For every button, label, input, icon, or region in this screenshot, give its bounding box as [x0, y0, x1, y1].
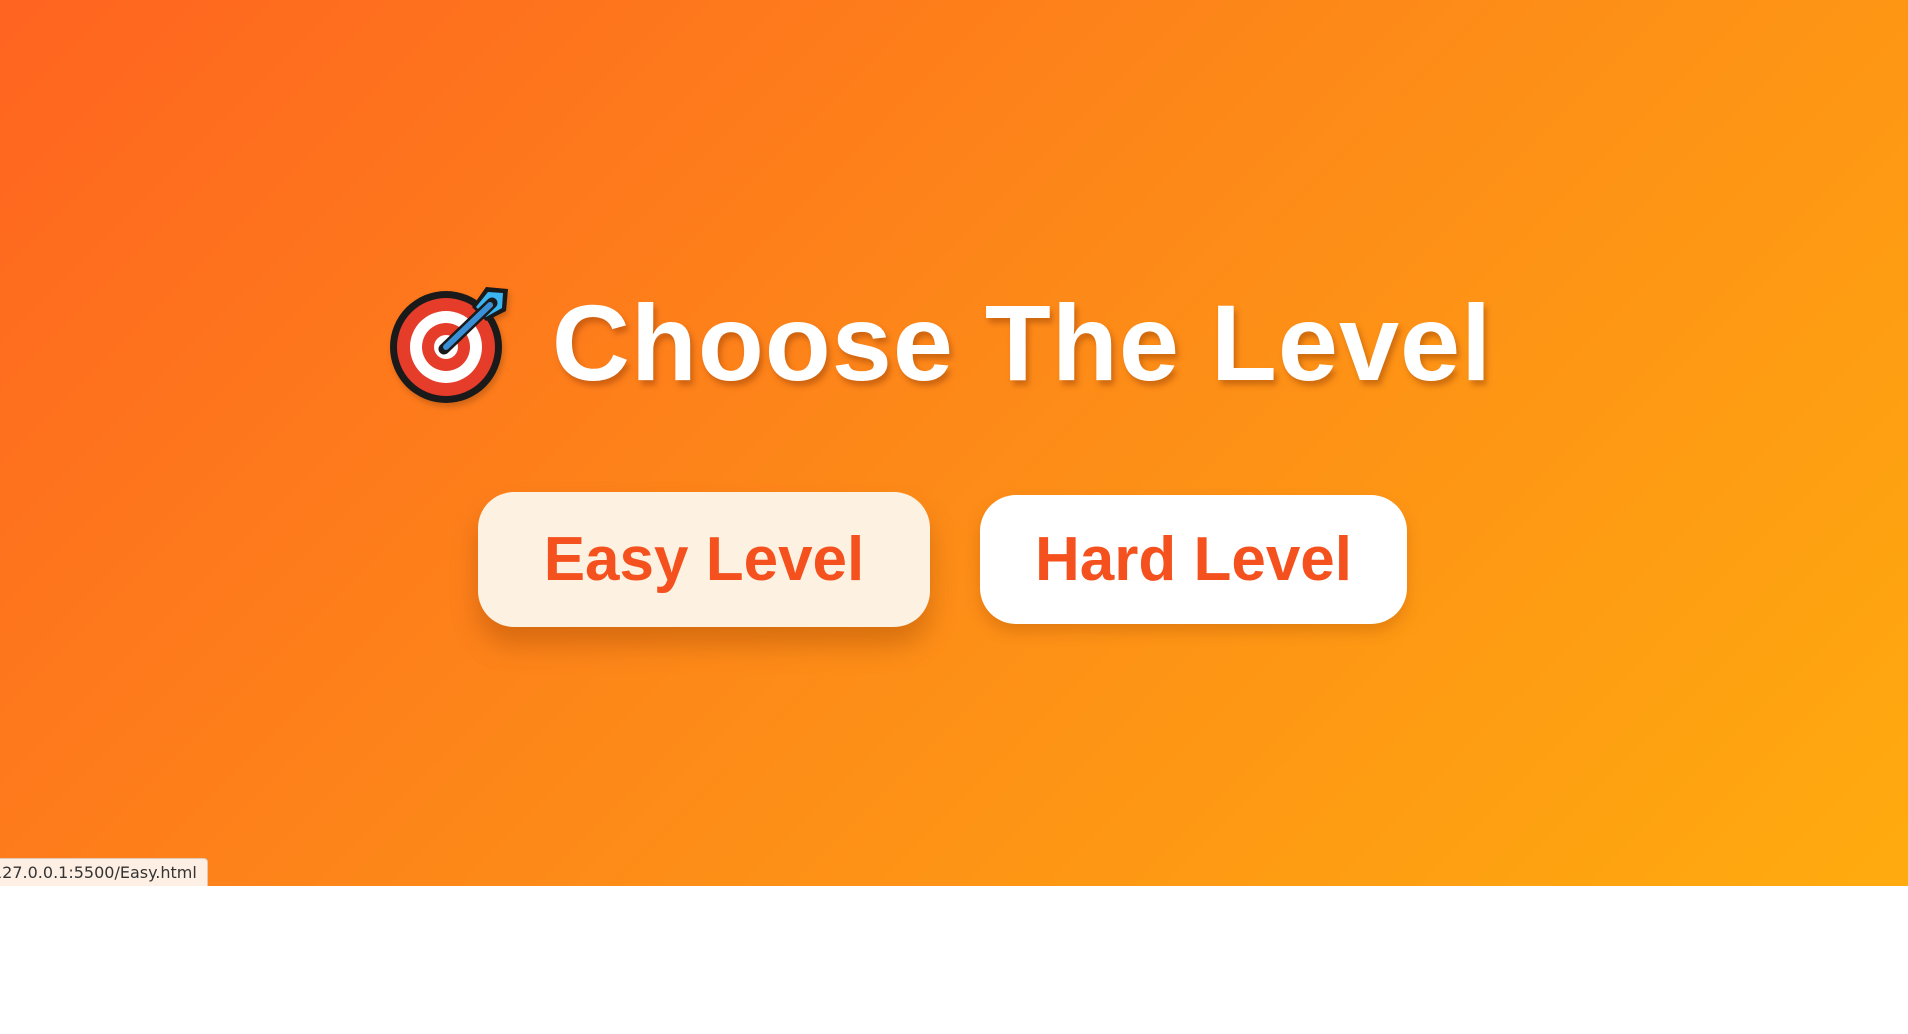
page-title: Choose The Level: [551, 282, 1493, 403]
link-preview-status-bar: 127.0.0.1:5500/Easy.html: [0, 858, 208, 886]
page-background: Choose The Level Easy Level Hard Level 1…: [0, 0, 1908, 886]
target-icon: [389, 287, 508, 403]
easy-level-button[interactable]: Easy Level: [478, 492, 930, 627]
hard-level-button[interactable]: Hard Level: [980, 495, 1407, 624]
title-row: Choose The Level: [0, 278, 1894, 408]
